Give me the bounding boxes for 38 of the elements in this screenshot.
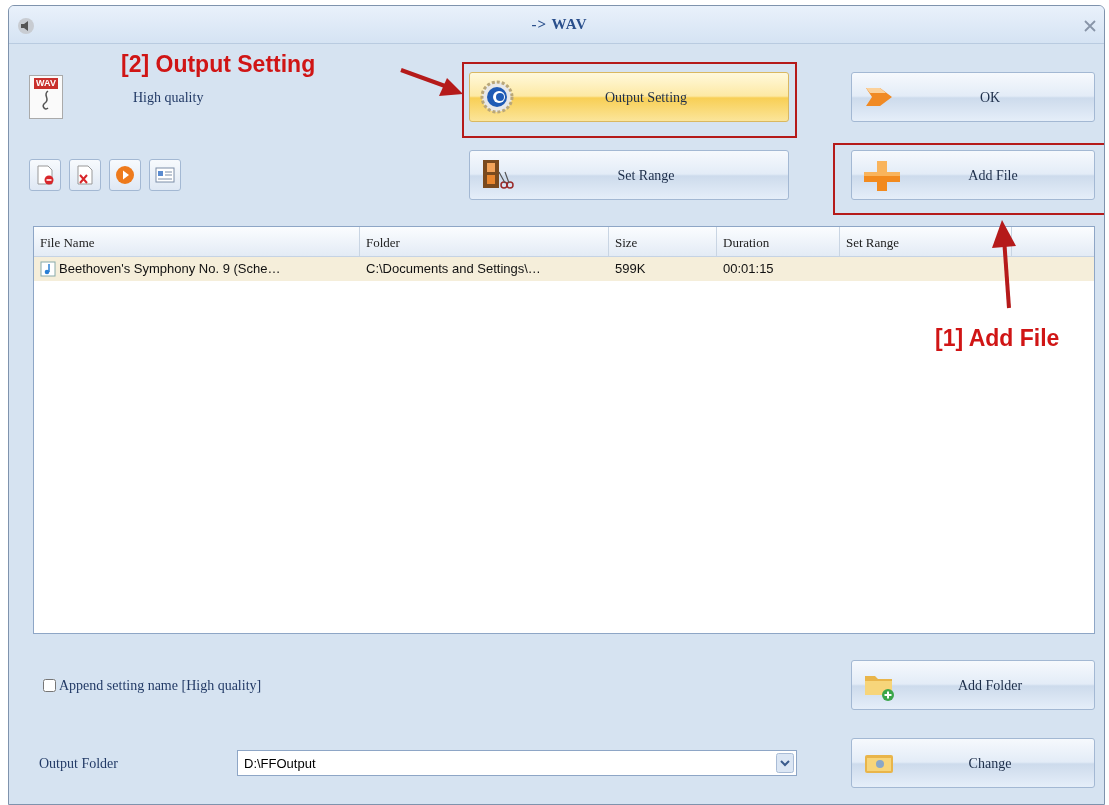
table-cell-text: Beethoven's Symphony No. 9 (Sche… bbox=[59, 260, 281, 279]
ok-button[interactable]: OK bbox=[851, 72, 1095, 122]
play-icon bbox=[114, 164, 136, 186]
table-cell-text: C:\Documents and Settings\… bbox=[366, 260, 541, 279]
toolbar-button[interactable] bbox=[109, 159, 141, 191]
table-cell-text: 599K bbox=[615, 260, 646, 279]
window-title: -> WAV bbox=[530, 15, 589, 35]
output-setting-button[interactable]: Output Setting bbox=[469, 72, 789, 122]
output-folder-field[interactable]: D:\FFOutput bbox=[237, 750, 797, 776]
annotation-label: [2] Output Setting bbox=[121, 52, 316, 78]
toolbar-button[interactable] bbox=[29, 159, 61, 191]
film-scissors-icon bbox=[480, 158, 514, 192]
set-range-button[interactable]: Set Range bbox=[469, 150, 789, 200]
change-button[interactable]: Change bbox=[851, 738, 1095, 788]
document-remove-icon bbox=[34, 164, 56, 186]
column-header: File Name bbox=[34, 227, 360, 256]
music-note-icon bbox=[40, 261, 56, 277]
checkbox[interactable] bbox=[43, 678, 56, 692]
close-icon[interactable] bbox=[1084, 19, 1096, 32]
checkbox-label: Append setting name [High quality] bbox=[59, 676, 262, 695]
annotation-label: [1] Add File bbox=[935, 326, 1060, 352]
column-header: Size bbox=[609, 227, 717, 256]
plus-icon bbox=[862, 158, 902, 192]
output-folder-label: Output Folder bbox=[38, 754, 119, 773]
wav-file-icon: WAV bbox=[29, 75, 63, 119]
column-header: Duration bbox=[717, 227, 840, 256]
speaker-icon bbox=[17, 16, 35, 35]
list-icon bbox=[154, 164, 176, 186]
column-header: Folder bbox=[360, 227, 609, 256]
add-file-button[interactable]: Add File bbox=[851, 150, 1095, 200]
table-cell-text: 00:01:15 bbox=[723, 260, 774, 279]
toolbar-button[interactable] bbox=[69, 159, 101, 191]
table-row[interactable]: Beethoven's Symphony No. 9 (Sche… C:\Documents and Settings\… 599K 00:01:15 bbox=[34, 257, 1094, 281]
quality-label: High quality bbox=[133, 88, 204, 107]
toolbar-button[interactable] bbox=[149, 159, 181, 191]
document-delete-icon bbox=[74, 164, 96, 186]
add-folder-button[interactable]: Add Folder bbox=[851, 660, 1095, 710]
gear-icon bbox=[480, 80, 514, 114]
